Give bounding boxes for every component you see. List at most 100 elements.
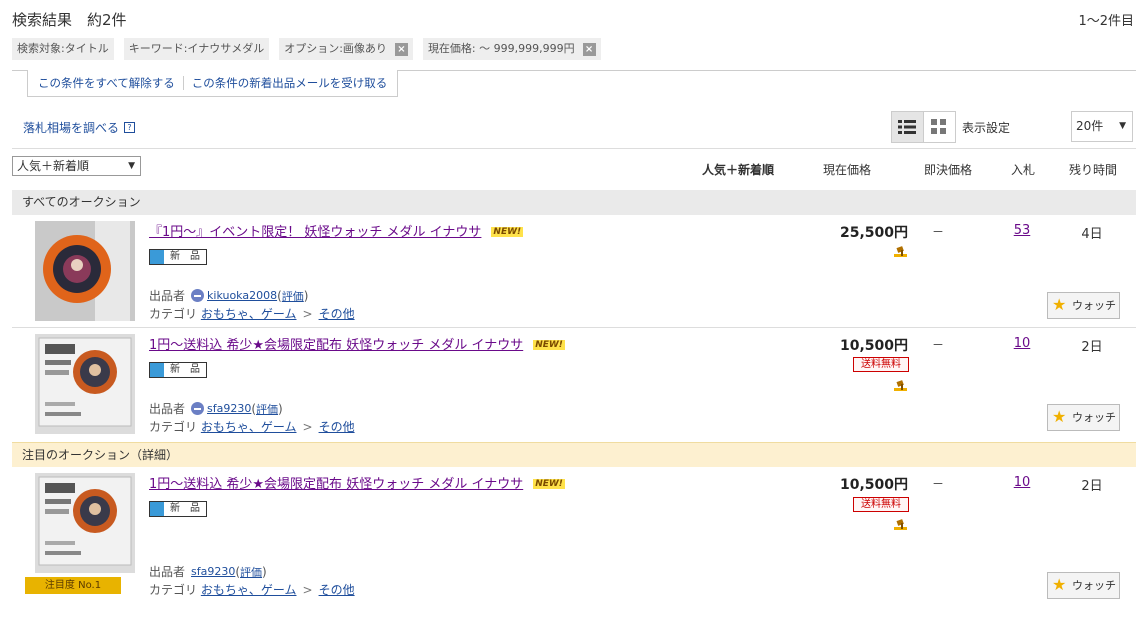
current-price: 10,500円 — [839, 338, 908, 354]
new-badge: NEW! — [533, 479, 565, 489]
bid-count-link[interactable]: 10 — [1003, 336, 1041, 351]
sort-select[interactable]: 人気＋新着順 ▼ — [12, 156, 141, 176]
new-listing-mail-link[interactable]: この条件の新着出品メールを受け取る — [192, 75, 388, 91]
seller-rating-link[interactable]: 評価 — [282, 288, 304, 304]
new-item-icon — [150, 502, 164, 516]
sort-value: 人気＋新着順 — [17, 159, 90, 173]
category-link-other[interactable]: その他 — [319, 583, 355, 597]
list-view-icon — [898, 120, 917, 134]
seller-label: 出品者 — [149, 565, 186, 579]
bid-hammer-icon — [894, 519, 907, 530]
grid-view-button[interactable] — [924, 112, 955, 142]
seller-status-icon — [191, 402, 205, 415]
watch-button[interactable]: ★ ウォッチ — [1047, 292, 1120, 319]
category-breadcrumb: カテゴリ おもちゃ、ゲーム > その他 — [149, 418, 355, 435]
watch-button[interactable]: ★ ウォッチ — [1047, 572, 1120, 599]
bid-count-link[interactable]: 10 — [1003, 475, 1041, 490]
condition-label: 新 品 — [170, 503, 200, 514]
help-icon[interactable]: ? — [124, 122, 136, 133]
new-badge: NEW! — [533, 340, 565, 350]
bid-count-link[interactable]: 53 — [1003, 223, 1041, 238]
condition-badge: 新 品 — [149, 249, 207, 265]
item-title-link[interactable]: 『1円〜』イベント限定！ 妖怪ウォッチ メダル イナウサ NEW! — [149, 221, 524, 240]
item-title: 1円〜送料込 希少★会場限定配布 妖怪ウォッチ メダル イナウサ — [149, 477, 524, 492]
per-page-select[interactable]: 20件 ▼ — [1071, 111, 1133, 142]
new-item-icon — [150, 250, 164, 264]
buyout-price: － — [932, 338, 945, 352]
medal-image — [35, 473, 135, 573]
market-price-link[interactable]: 落札相場を調べる ? — [23, 119, 136, 136]
divider — [182, 76, 184, 90]
filter-chips: 検索対象:タイトル キーワード:イナウサメダル オプション:画像あり × 現在価格… — [12, 38, 601, 60]
category-breadcrumb: カテゴリ おもちゃ、ゲーム > その他 — [149, 305, 355, 322]
watch-label: ウォッチ — [1072, 411, 1116, 424]
col-current-price[interactable]: 現在価格 — [823, 161, 871, 178]
col-bids[interactable]: 入札 — [1011, 161, 1035, 178]
col-buyout[interactable]: 即決価格 — [924, 161, 972, 178]
time-left: 4日 — [1081, 227, 1103, 242]
medal-image — [35, 221, 135, 321]
col-time-left[interactable]: 残り時間 — [1069, 161, 1117, 178]
category-link-other[interactable]: その他 — [319, 307, 355, 321]
buyout-price: － — [932, 225, 945, 239]
view-toggle — [891, 111, 956, 143]
item-title: 1円〜送料込 希少★会場限定配布 妖怪ウォッチ メダル イナウサ — [149, 338, 524, 353]
item-thumbnail[interactable] — [35, 334, 135, 434]
medal-image — [35, 334, 135, 434]
item-thumbnail[interactable] — [35, 221, 135, 321]
divider — [12, 148, 1136, 149]
condition-badge: 新 品 — [149, 362, 207, 378]
star-icon: ★ — [1052, 407, 1067, 426]
condition-badge: 新 品 — [149, 501, 207, 517]
watch-button[interactable]: ★ ウォッチ — [1047, 404, 1120, 431]
results-range: 1〜2件目 — [1078, 14, 1134, 29]
seller-name-link[interactable]: sfa9230 — [191, 565, 235, 578]
remove-chip-icon[interactable]: × — [582, 42, 596, 56]
seller-rating-link[interactable]: 評価 — [240, 564, 262, 580]
time-left: 2日 — [1081, 479, 1103, 494]
chip-label: オプション:画像あり — [284, 42, 387, 55]
seller-status-icon — [191, 289, 205, 302]
chip-label: 検索対象:タイトル — [17, 42, 109, 55]
chip-search-target: 検索対象:タイトル — [12, 38, 114, 60]
display-settings-link[interactable]: 表示設定 — [962, 119, 1010, 136]
category-label: カテゴリ — [149, 583, 198, 597]
time-left: 2日 — [1081, 340, 1103, 355]
clear-conditions-link[interactable]: この条件をすべて解除する — [38, 75, 175, 91]
list-view-button[interactable] — [892, 112, 924, 142]
category-link-toys[interactable]: おもちゃ、ゲーム — [201, 420, 297, 434]
watch-label: ウォッチ — [1072, 579, 1116, 592]
category-breadcrumb: カテゴリ おもちゃ、ゲーム > その他 — [149, 581, 355, 598]
seller-label: 出品者 — [149, 402, 186, 416]
category-link-toys[interactable]: おもちゃ、ゲーム — [201, 307, 297, 321]
section-all-auctions: すべてのオークション — [12, 190, 1136, 215]
featured-ribbon: 注目度 No.1 — [25, 577, 121, 594]
dropdown-arrow-icon: ▼ — [128, 161, 135, 171]
category-link-other[interactable]: その他 — [319, 420, 355, 434]
seller-label: 出品者 — [149, 289, 186, 303]
category-link-toys[interactable]: おもちゃ、ゲーム — [201, 583, 297, 597]
bid-hammer-icon — [894, 380, 907, 391]
item-thumbnail[interactable] — [35, 473, 135, 573]
market-price-label: 落札相場を調べる — [23, 121, 120, 135]
chip-label: 現在価格: 〜 999,999,999円 — [427, 42, 575, 55]
condition-label: 新 品 — [170, 364, 200, 375]
item-title-link[interactable]: 1円〜送料込 希少★会場限定配布 妖怪ウォッチ メダル イナウサ NEW! — [149, 473, 565, 492]
item-title-link[interactable]: 1円〜送料込 希少★会場限定配布 妖怪ウォッチ メダル イナウサ NEW! — [149, 334, 565, 353]
chip-price: 現在価格: 〜 999,999,999円 × — [422, 38, 601, 60]
star-icon: ★ — [1052, 575, 1067, 594]
seller-rating-link[interactable]: 評価 — [256, 401, 278, 417]
bid-hammer-icon — [894, 246, 907, 257]
results-heading: 検索結果 約2件 — [12, 11, 127, 29]
seller-name-link[interactable]: sfa9230 — [207, 402, 251, 415]
star-icon: ★ — [1052, 295, 1067, 314]
col-sort-label[interactable]: 人気＋新着順 — [702, 161, 774, 178]
per-page-value: 20件 — [1076, 119, 1104, 133]
remove-chip-icon[interactable]: × — [394, 42, 408, 56]
seller-name-link[interactable]: kikuoka2008 — [207, 289, 277, 302]
divider — [12, 327, 1136, 328]
seller-info: 出品者 kikuoka2008(評価) — [149, 288, 309, 304]
new-item-icon — [150, 363, 164, 377]
section-featured-auctions[interactable]: 注目のオークション（詳細） — [12, 442, 1136, 467]
watch-label: ウォッチ — [1072, 299, 1116, 312]
